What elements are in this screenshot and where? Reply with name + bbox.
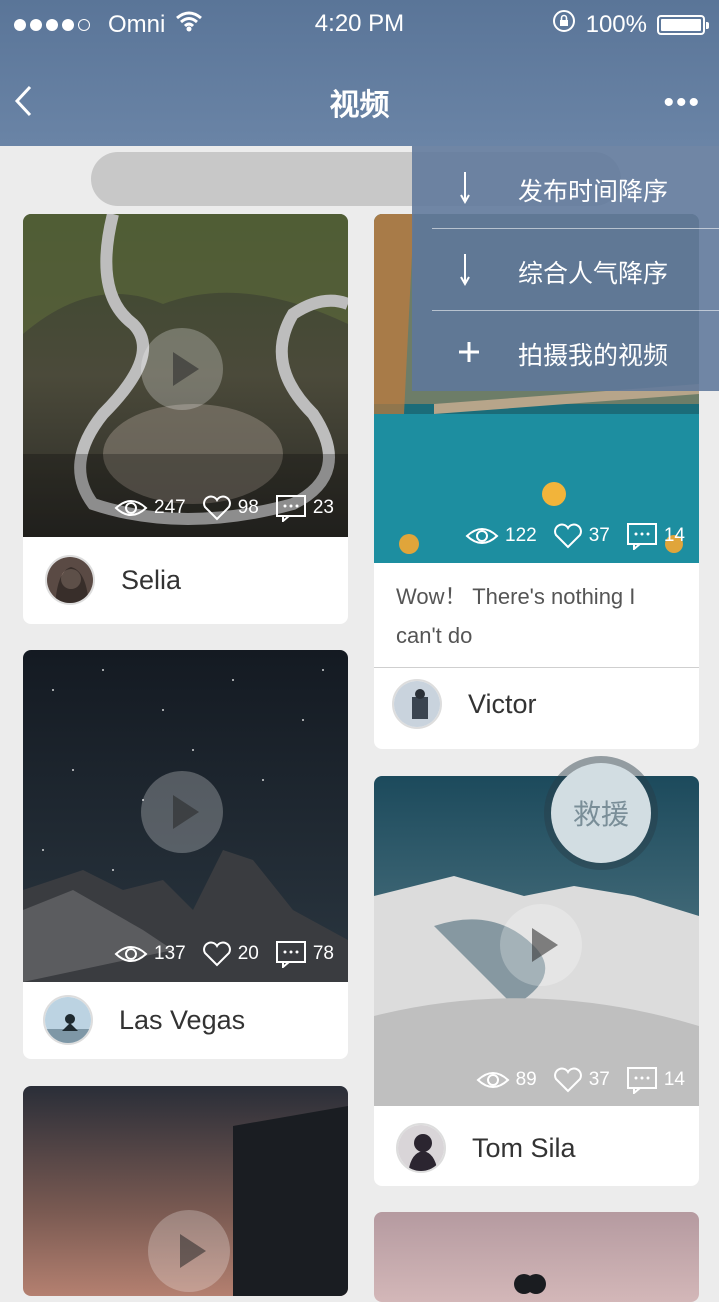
menu-item-label: 发布时间降序	[518, 177, 669, 206]
video-stats: 137 20 78	[98, 940, 334, 968]
author-row[interactable]: Victor	[374, 679, 699, 729]
rescue-button[interactable]: 救援	[544, 756, 658, 870]
comments-stat[interactable]: 14	[626, 522, 685, 550]
likes-count: 37	[588, 1069, 610, 1090]
views-stat: 137	[114, 943, 186, 965]
author-name: Las Vegas	[119, 1004, 246, 1035]
video-card[interactable]	[374, 1212, 699, 1302]
comments-stat[interactable]: 14	[626, 1066, 685, 1094]
video-description: Wow！ There's nothing I can't do	[396, 584, 636, 648]
views-stat: 122	[465, 525, 537, 547]
menu-item-sort-by-popularity[interactable]: 综合人气降序	[432, 228, 719, 311]
video-card[interactable]: 247 98 23 Selia	[23, 214, 348, 624]
video-stats: 89 37 14	[460, 1066, 685, 1094]
status-right: 100%	[552, 9, 709, 40]
avatar[interactable]	[45, 555, 95, 605]
author-name: Selia	[121, 564, 182, 595]
views-count: 137	[154, 943, 186, 964]
comments-stat[interactable]: 23	[275, 494, 334, 522]
comments-count: 14	[663, 525, 685, 546]
avatar[interactable]	[392, 679, 442, 729]
avatar[interactable]	[396, 1123, 446, 1173]
comment-icon	[275, 495, 306, 522]
sort-dropdown-menu: 发布时间降序 综合人气降序 拍摄我的视频	[412, 146, 719, 391]
likes-count: 37	[588, 525, 610, 546]
menu-item-label: 拍摄我的视频	[518, 341, 669, 370]
likes-count: 20	[237, 943, 259, 964]
heart-icon	[553, 1067, 582, 1093]
likes-stat[interactable]: 20	[202, 941, 259, 967]
comment-icon	[275, 941, 306, 968]
comments-count: 23	[312, 497, 334, 518]
play-icon[interactable]	[500, 904, 582, 986]
views-count: 89	[515, 1069, 537, 1090]
avatar[interactable]	[43, 995, 93, 1045]
author-row[interactable]: Tom Sila	[374, 1123, 699, 1173]
views-count: 247	[154, 497, 186, 518]
eye-icon	[114, 500, 148, 516]
author-row[interactable]: Las Vegas	[23, 995, 348, 1045]
likes-stat[interactable]: 98	[202, 495, 259, 521]
heart-icon	[202, 495, 231, 521]
play-icon[interactable]	[141, 771, 223, 853]
comments-stat[interactable]: 78	[275, 940, 334, 968]
comments-count: 78	[312, 943, 334, 964]
battery-percent: 100%	[585, 10, 647, 38]
menu-item-label: 综合人气降序	[518, 259, 669, 288]
author-name: Victor	[468, 688, 537, 719]
likes-stat[interactable]: 37	[553, 523, 610, 549]
rescue-button-label: 救援	[551, 763, 651, 863]
arrow-down-icon	[458, 170, 472, 209]
nav-bar: 视频 •••	[0, 60, 719, 140]
plus-icon	[458, 334, 480, 373]
author-name: Tom Sila	[472, 1132, 576, 1163]
comments-count: 14	[663, 1069, 685, 1090]
divider	[374, 667, 699, 668]
status-bar: Omni 4:20 PM 100%	[0, 0, 719, 50]
arrow-down-icon	[458, 252, 472, 291]
likes-count: 98	[237, 497, 259, 518]
menu-item-record-video[interactable]: 拍摄我的视频	[432, 310, 719, 392]
views-count: 122	[505, 525, 537, 546]
play-icon[interactable]	[141, 328, 223, 410]
comment-icon	[626, 523, 657, 550]
battery-icon	[657, 14, 709, 35]
eye-icon	[465, 528, 499, 544]
author-row[interactable]: Selia	[23, 555, 348, 605]
eye-icon	[114, 946, 148, 962]
video-stats: 247 98 23	[98, 494, 334, 522]
rotation-lock-icon	[552, 9, 576, 40]
heart-icon	[553, 523, 582, 549]
likes-stat[interactable]: 37	[553, 1067, 610, 1093]
comment-icon	[626, 1067, 657, 1094]
video-thumbnail	[374, 1212, 699, 1302]
heart-icon	[202, 941, 231, 967]
video-card[interactable]	[23, 1086, 348, 1296]
video-stats: 122 37 14	[449, 522, 685, 550]
more-icon[interactable]: •••	[663, 86, 701, 120]
header: Omni 4:20 PM 100% 视频 •••	[0, 0, 719, 146]
views-stat: 247	[114, 497, 186, 519]
video-card[interactable]: 137 20 78 Las Vegas	[23, 650, 348, 1059]
eye-icon	[476, 1072, 510, 1088]
menu-item-sort-by-time[interactable]: 发布时间降序	[432, 146, 719, 229]
views-stat: 89	[476, 1069, 537, 1091]
page-title: 视频	[329, 89, 390, 122]
